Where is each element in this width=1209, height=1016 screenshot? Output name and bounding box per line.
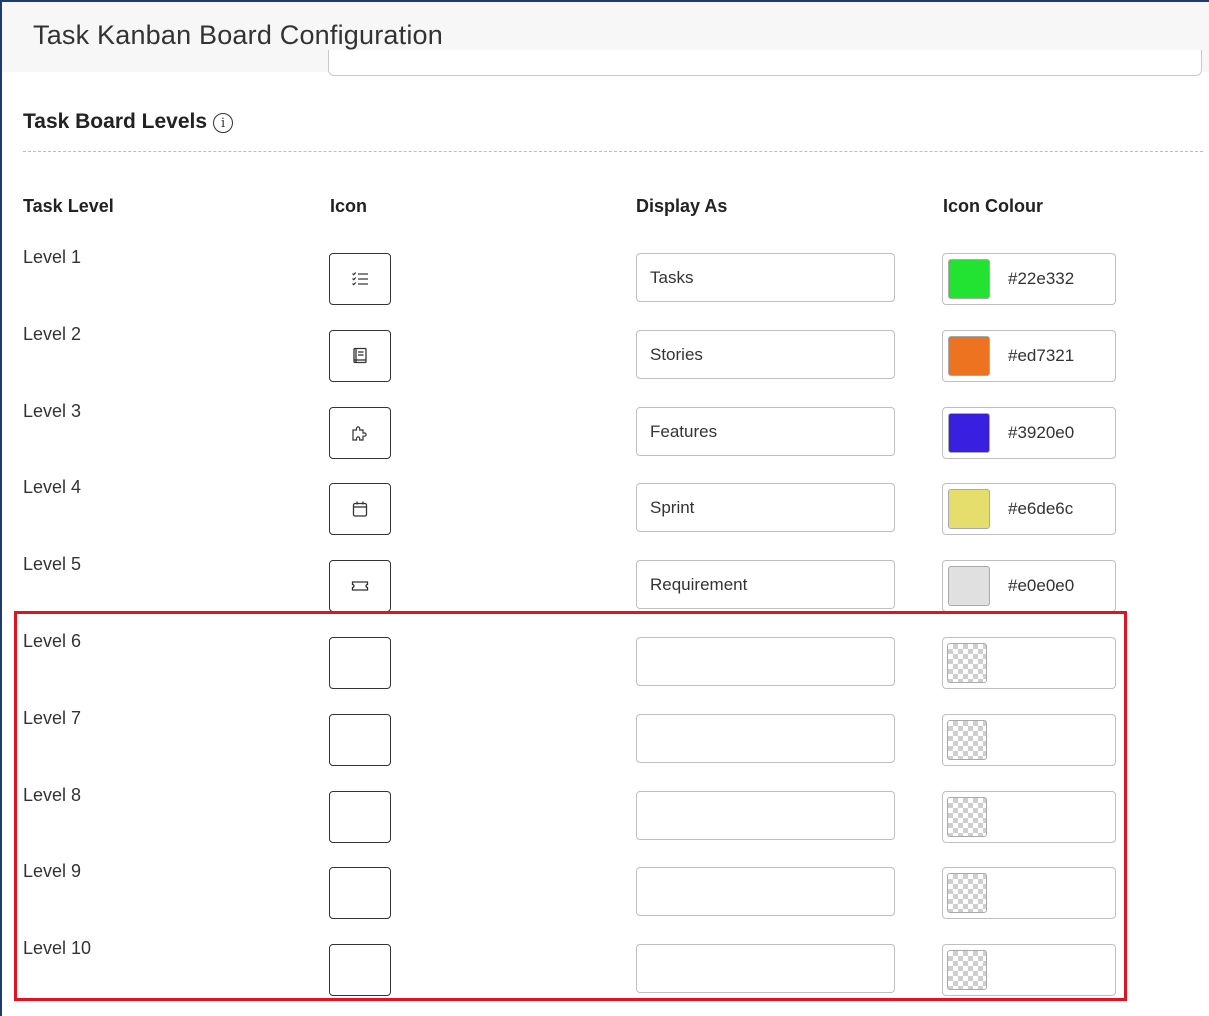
table-row: Level 9 [0,859,1209,919]
icon-colour-picker[interactable]: #ed7321 [942,330,1116,382]
level-label: Level 2 [23,324,82,344]
column-header-task-level: Task Level [23,196,114,216]
icon-colour-picker[interactable]: #e0e0e0 [942,560,1116,612]
level-label: Level 9 [23,861,82,881]
notebook-icon [351,347,369,365]
level-label: Level 6 [23,631,82,651]
table-row: Level 8 [0,783,1209,843]
header-input-field[interactable] [328,50,1202,76]
empty-colour-swatch[interactable] [947,873,987,913]
icon-colour-picker[interactable] [942,714,1116,766]
icon-colour-picker[interactable]: #22e332 [942,253,1116,305]
colour-hex-value: #e0e0e0 [1008,576,1075,595]
display-as-input[interactable] [636,483,895,532]
colour-hex-value: #e6de6c [1008,499,1074,518]
empty-colour-swatch[interactable] [947,643,987,683]
table-row: Level 6 [0,629,1209,689]
display-as-input[interactable] [636,253,895,302]
level-label: Level 8 [23,785,82,805]
level-label: Level 1 [23,247,82,267]
icon-colour-picker[interactable] [942,791,1116,843]
display-as-input[interactable] [636,637,895,686]
colour-swatch[interactable] [948,489,990,529]
calendar-icon [351,500,369,518]
icon-picker-button[interactable] [329,867,391,919]
column-header-icon: Icon [330,196,368,216]
icon-colour-picker[interactable]: #e6de6c [942,483,1116,535]
empty-colour-swatch[interactable] [947,950,987,990]
icon-picker-button[interactable] [329,944,391,996]
table-row: Level 10 [0,936,1209,996]
icon-colour-picker[interactable] [942,867,1116,919]
empty-colour-swatch[interactable] [947,720,987,760]
level-label: Level 7 [23,708,82,728]
icon-colour-picker[interactable] [942,944,1116,996]
icon-picker-button[interactable] [329,407,391,459]
page-title: Task Kanban Board Configuration [33,20,443,50]
table-row: Level 5 #e0e0e0 [0,552,1209,612]
level-label: Level 5 [23,554,82,574]
table-row: Level 1 #22e332 [0,245,1209,305]
level-label: Level 10 [23,938,92,958]
table-row: Level 7 [0,706,1209,766]
column-header-icon-colour: Icon Colour [943,196,1043,216]
ticket-icon [351,577,369,595]
colour-swatch[interactable] [948,336,990,376]
icon-picker-button[interactable] [329,714,391,766]
icon-colour-picker[interactable]: #3920e0 [942,407,1116,459]
table-row: Level 4 #e6de6c [0,475,1209,535]
display-as-input[interactable] [636,791,895,840]
icon-colour-picker[interactable] [942,637,1116,689]
checklist-icon [351,270,369,288]
column-header-display-as: Display As [636,196,728,216]
icon-picker-button[interactable] [329,483,391,535]
icon-picker-button[interactable] [329,560,391,612]
display-as-input[interactable] [636,407,895,456]
display-as-input[interactable] [636,560,895,609]
colour-hex-value: #22e332 [1008,269,1075,288]
info-circle-icon[interactable]: i [213,113,234,133]
display-as-input[interactable] [636,944,895,993]
colour-hex-value: #3920e0 [1008,423,1075,442]
colour-swatch[interactable] [948,413,990,453]
colour-hex-value: #ed7321 [1008,346,1075,365]
icon-picker-button[interactable] [329,253,391,305]
section-title-text: Task Board Levels [23,110,208,133]
icon-picker-button[interactable] [329,637,391,689]
section-title: Task Board Levels i [23,110,234,134]
section-divider [23,151,1203,152]
table-row: Level 2 #ed7321 [0,322,1209,382]
level-label: Level 3 [23,401,82,421]
colour-swatch[interactable] [948,566,990,606]
display-as-input[interactable] [636,330,895,379]
empty-colour-swatch[interactable] [947,797,987,837]
colour-swatch[interactable] [948,259,990,299]
icon-picker-button[interactable] [329,791,391,843]
display-as-input[interactable] [636,714,895,763]
icon-picker-button[interactable] [329,330,391,382]
puzzle-icon [351,424,369,442]
table-row: Level 3 #3920e0 [0,399,1209,459]
display-as-input[interactable] [636,867,895,916]
level-label: Level 4 [23,477,82,497]
